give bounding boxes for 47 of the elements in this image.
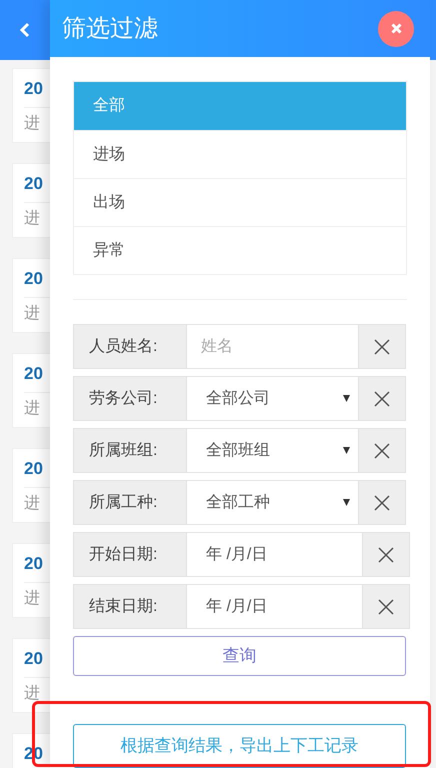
status-option[interactable]: 全部 bbox=[74, 82, 406, 130]
field-label: 人员姓名: bbox=[73, 324, 187, 369]
query-button[interactable]: 查询 bbox=[73, 636, 406, 676]
clear-button[interactable] bbox=[362, 532, 410, 577]
clear-icon bbox=[378, 546, 394, 562]
back-icon bbox=[19, 22, 31, 38]
record-card[interactable]: 20 进 bbox=[12, 638, 50, 713]
dropdown[interactable]: 全部公司 bbox=[187, 376, 358, 421]
clear-button[interactable] bbox=[362, 584, 410, 629]
export-button[interactable]: 根据查询结果，导出上下工记录 bbox=[73, 724, 406, 768]
record-status: 进 bbox=[24, 684, 40, 704]
field-label: 所属工种: bbox=[73, 480, 187, 525]
record-status: 进 bbox=[24, 588, 40, 609]
caret-icon bbox=[343, 447, 350, 454]
record-status: 进 bbox=[24, 114, 40, 134]
clear-button[interactable] bbox=[358, 480, 406, 525]
field-label: 所属班组: bbox=[73, 428, 187, 473]
record-card[interactable]: 20 进 bbox=[12, 448, 50, 523]
caret-icon bbox=[343, 395, 350, 402]
dropdown[interactable]: 全部班组 bbox=[187, 428, 358, 473]
record-status: 进 bbox=[24, 398, 40, 419]
field-label: 开始日期: bbox=[73, 532, 187, 577]
close-button[interactable] bbox=[378, 10, 414, 46]
close-icon bbox=[390, 23, 402, 34]
field-label: 结束日期: bbox=[73, 584, 187, 629]
clear-icon bbox=[374, 338, 390, 354]
date-input-field[interactable]: 年 /月/日 bbox=[187, 532, 362, 577]
clear-icon bbox=[374, 442, 390, 458]
dropdown[interactable]: 全部工种 bbox=[187, 480, 358, 525]
caret-icon bbox=[343, 499, 350, 506]
clear-button[interactable] bbox=[358, 428, 406, 473]
panel-title: 筛选过滤 bbox=[62, 14, 158, 44]
record-status: 进 bbox=[24, 208, 40, 229]
record-card[interactable]: 20 进 bbox=[12, 68, 50, 143]
clear-icon bbox=[374, 390, 390, 406]
record-card[interactable]: 20 进 bbox=[12, 163, 50, 238]
clear-button[interactable] bbox=[358, 376, 406, 421]
clear-icon bbox=[378, 598, 394, 614]
field-label: 劳务公司: bbox=[73, 376, 187, 421]
record-card[interactable]: 20 进 bbox=[12, 353, 50, 428]
record-status: 进 bbox=[24, 494, 40, 514]
date-input-field[interactable]: 年 /月/日 bbox=[187, 584, 362, 629]
record-card[interactable]: 20 进 bbox=[12, 258, 50, 333]
clear-button[interactable] bbox=[358, 324, 406, 369]
clear-icon bbox=[374, 494, 390, 510]
record-card[interactable]: 20 进 bbox=[12, 543, 50, 618]
record-status: 进 bbox=[24, 304, 40, 324]
